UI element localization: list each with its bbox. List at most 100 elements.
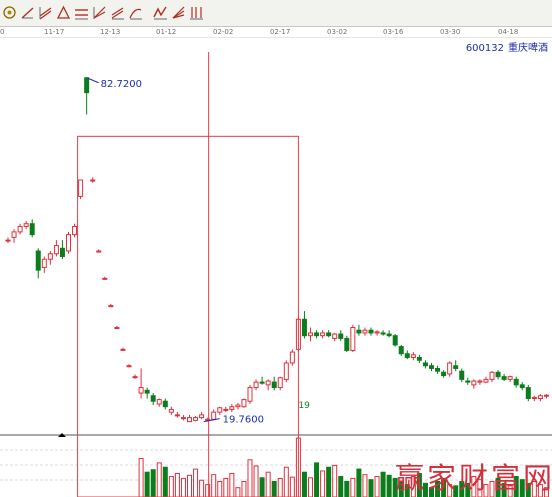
candle-body	[519, 384, 525, 389]
volume-bar	[332, 464, 338, 497]
candle-body	[531, 396, 537, 399]
candle-body	[308, 332, 313, 337]
candle-body	[96, 250, 102, 253]
volume-bar	[150, 469, 156, 497]
candle-body	[114, 326, 120, 329]
candle-body	[150, 395, 156, 402]
candle-body	[289, 351, 295, 364]
candle-body	[126, 365, 132, 368]
volume-bar	[199, 479, 205, 497]
volume-bar	[265, 471, 271, 497]
volume-bar	[223, 477, 229, 497]
candle-body	[277, 377, 283, 389]
candle-body	[374, 331, 380, 334]
candle-body	[320, 332, 326, 337]
volume-bar	[338, 476, 344, 497]
volume-bar	[156, 462, 162, 497]
volume-bar	[344, 481, 350, 497]
stock-name: 重庆啤酒	[508, 43, 548, 54]
candle-body	[368, 329, 374, 334]
volume-bar	[168, 476, 174, 497]
volume-bar	[362, 474, 368, 497]
candle-body	[90, 179, 96, 182]
candle-body	[247, 387, 253, 402]
candle-body	[441, 371, 447, 377]
volume-bar	[235, 487, 241, 497]
candle-body	[410, 354, 416, 359]
volume-bar	[271, 481, 277, 497]
candle-body	[362, 329, 368, 334]
candle-body	[338, 333, 344, 339]
volume-bar	[289, 476, 295, 497]
candle-body	[447, 362, 453, 375]
candle-body	[489, 371, 495, 380]
candle-body	[84, 77, 90, 94]
candle-body	[543, 394, 549, 397]
candle-body	[187, 417, 192, 423]
candle-body	[380, 332, 386, 335]
volume-bar	[180, 477, 186, 497]
candle-body	[156, 399, 162, 405]
candle-body	[180, 417, 186, 420]
candle-body	[217, 407, 223, 413]
low-price-label: 19.7600	[223, 415, 264, 426]
volume-bar	[217, 481, 223, 497]
candle-body	[144, 389, 150, 394]
volume-bar	[162, 466, 168, 497]
volume-bar	[374, 476, 380, 497]
volume-bar	[277, 477, 283, 497]
candle-body	[35, 250, 41, 271]
volume-bar	[229, 472, 235, 497]
candle-body	[120, 348, 126, 351]
volume-bar	[259, 477, 265, 497]
candle-body	[253, 381, 259, 389]
candle-body	[386, 333, 392, 337]
candle-body	[41, 258, 47, 268]
candle-body	[459, 370, 465, 380]
candle-body	[259, 381, 265, 384]
candle-body	[78, 179, 84, 197]
candle-body	[326, 332, 332, 337]
period-marker-label: 19	[298, 401, 310, 411]
volume-bar	[320, 470, 326, 497]
candle-body	[66, 234, 71, 252]
candle-body	[453, 365, 459, 369]
candle-body	[283, 362, 289, 380]
candle-body	[223, 408, 229, 411]
candle-body	[241, 399, 247, 408]
candle-body	[507, 376, 513, 380]
candle-body	[465, 380, 471, 383]
candle-body	[132, 376, 138, 379]
stock-title: 600132 重庆啤酒	[462, 39, 548, 54]
candle-body	[59, 247, 65, 257]
candle-body	[301, 318, 307, 337]
candle-body	[138, 387, 144, 394]
candle-body	[211, 411, 217, 420]
candle-body	[229, 406, 235, 410]
volume-bar	[380, 471, 386, 497]
candle-body	[5, 239, 11, 242]
volume-bar	[314, 462, 320, 497]
watermark: 赢家财富网	[395, 461, 552, 495]
candle-body	[11, 231, 17, 238]
volume-bar	[253, 465, 259, 497]
candle-body	[392, 335, 398, 346]
candle-body	[416, 357, 422, 361]
candlestick-chart: 82.7200 19.7600 19	[0, 52, 552, 497]
candle-body	[47, 253, 53, 260]
volume-bar	[386, 474, 392, 497]
volume-bar	[144, 471, 150, 497]
candle-body	[72, 225, 78, 236]
candle-body	[271, 381, 277, 389]
candle-body	[344, 337, 350, 351]
candle-body	[525, 387, 531, 399]
candle-body	[23, 223, 29, 227]
candle-body	[501, 376, 507, 380]
candle-body	[513, 378, 519, 386]
candle-body	[404, 353, 410, 359]
candle-body	[17, 225, 23, 233]
range-box	[77, 135, 299, 497]
volume-bar	[193, 468, 199, 497]
volume-bar	[138, 458, 144, 497]
candle-body	[265, 380, 271, 386]
